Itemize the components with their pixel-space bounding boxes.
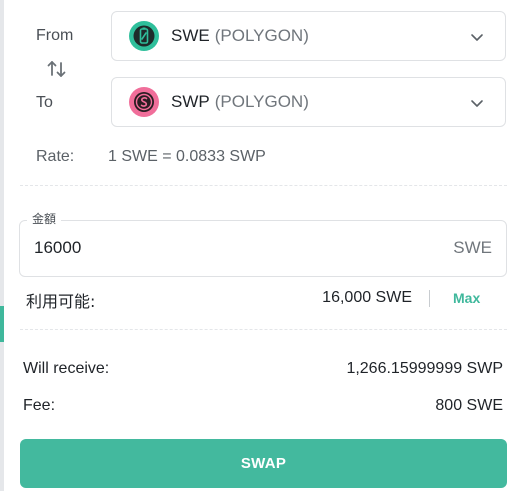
divider — [20, 185, 507, 186]
left-panel-edge — [0, 0, 4, 491]
swp-token-icon — [129, 87, 159, 117]
swap-direction-icon[interactable] — [45, 57, 69, 81]
swe-token-icon — [129, 21, 159, 51]
to-label: To — [36, 94, 53, 111]
separator — [429, 290, 430, 307]
will-receive-label: Will receive: — [23, 360, 110, 377]
available-label: 利用可能: — [26, 292, 96, 311]
from-token-symbol: SWE — [171, 26, 210, 45]
max-button[interactable]: Max — [453, 290, 480, 306]
rate-value: 1 SWE = 0.0833 SWP — [108, 148, 266, 165]
to-token-network: (POLYGON) — [214, 92, 309, 111]
fee-label: Fee: — [23, 397, 56, 414]
amount-field[interactable] — [19, 220, 507, 277]
swap-button[interactable]: SWAP — [20, 439, 507, 488]
chevron-down-icon — [471, 100, 483, 107]
rate-label: Rate: — [36, 148, 75, 165]
to-token-select[interactable]: SWP (POLYGON) — [111, 77, 506, 127]
amount-label: 金額 — [27, 210, 62, 227]
fee-value: 800 SWE — [435, 397, 503, 414]
from-token-select[interactable]: SWE (POLYGON) — [111, 11, 506, 61]
chevron-down-icon — [471, 34, 483, 41]
divider — [20, 329, 507, 330]
amount-unit: SWE — [453, 238, 492, 257]
from-label: From — [36, 27, 74, 44]
will-receive-value: 1,266.15999999 SWP — [346, 360, 503, 377]
available-value: 16,000 SWE — [322, 289, 412, 306]
left-panel-accent — [0, 306, 4, 342]
amount-input[interactable]: 16000 — [34, 238, 81, 258]
from-token-network: (POLYGON) — [214, 26, 309, 45]
to-token-symbol: SWP — [171, 92, 210, 111]
